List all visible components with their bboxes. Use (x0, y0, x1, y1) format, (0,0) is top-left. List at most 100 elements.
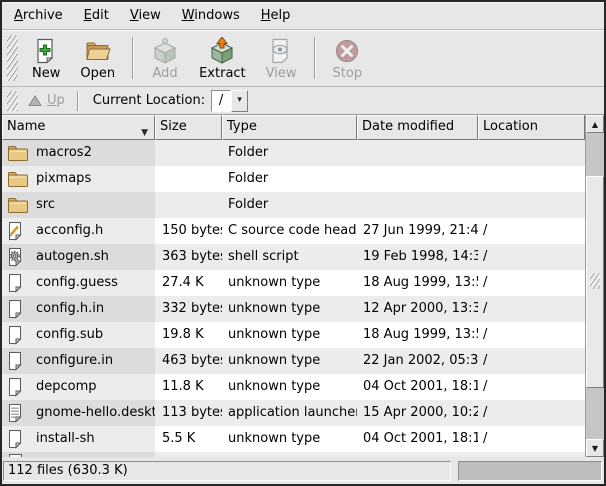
document-icon (7, 430, 29, 448)
current-location-label: Current Location: (93, 93, 205, 108)
file-location: / (478, 374, 585, 400)
file-location (478, 192, 585, 218)
file-date: 04 Oct 2001, 18:12 (357, 426, 478, 452)
file-list: Name▼ Size Type Date modified Location m… (2, 114, 604, 457)
stop-button-label: Stop (333, 66, 363, 81)
table-body: macros2 Folder pixmaps Folder src F (2, 140, 585, 457)
add-button: Add (141, 33, 189, 84)
location-combo-dropdown[interactable]: ▾ (231, 90, 248, 112)
menu-archive[interactable]: Archive (12, 5, 65, 26)
folder-icon (7, 144, 29, 162)
file-size (155, 140, 222, 166)
open-button[interactable]: Open (70, 33, 125, 84)
table-header: Name▼ Size Type Date modified Location (2, 115, 585, 140)
file-size (155, 192, 222, 218)
file-type: application launcher (222, 400, 357, 426)
location-combo: / ▾ (211, 90, 248, 112)
up-triangle-icon (28, 95, 42, 107)
file-type: Folder (222, 166, 357, 192)
table-row[interactable]: src Folder (2, 192, 585, 218)
view-button-label: View (266, 66, 297, 81)
file-size: 332 bytes (155, 296, 222, 322)
file-size: 19.8 K (155, 322, 222, 348)
document-icon (7, 378, 29, 396)
arrow-up-icon: ▲ (592, 120, 598, 129)
table-row[interactable]: depcomp 11.8 K unknown type 04 Oct 2001,… (2, 374, 585, 400)
scrollbar-thumb[interactable] (586, 176, 604, 388)
file-location: / (478, 348, 585, 374)
table-row[interactable]: pixmaps Folder (2, 166, 585, 192)
file-date: 19 Feb 1998, 14:31 (357, 244, 478, 270)
new-button[interactable]: New (22, 33, 70, 84)
file-type: shell script (222, 244, 357, 270)
extract-button[interactable]: Extract (189, 33, 256, 84)
file-name: pixmaps (36, 166, 91, 192)
file-name: configure.in (36, 348, 113, 374)
file-name: config.guess (36, 270, 118, 296)
file-name: src (36, 192, 55, 218)
toolbar: New Open Add Extract View Stop (2, 30, 604, 87)
menu-windows-label: indows (194, 8, 239, 23)
table-row[interactable]: autogen.sh 363 bytes shell script 19 Feb… (2, 244, 585, 270)
vertical-scrollbar[interactable]: ▲ ▼ (585, 115, 604, 457)
file-type: C source code header (222, 218, 357, 244)
menu-windows-mnemonic: W (182, 8, 195, 23)
menu-edit[interactable]: Edit (82, 5, 111, 26)
sort-indicator-icon[interactable]: ▼ (141, 122, 148, 140)
stop-button: Stop (323, 33, 373, 84)
menu-help-mnemonic: H (261, 8, 271, 23)
file-date (357, 140, 478, 166)
table-row[interactable]: install-sh 5.5 K unknown type 04 Oct 200… (2, 426, 585, 452)
column-header-date-modified[interactable]: Date modified (357, 115, 478, 140)
file-name: config.h.in (36, 296, 104, 322)
new-button-label: New (32, 66, 60, 81)
extract-button-label: Extract (199, 66, 246, 81)
menu-help[interactable]: Help (259, 5, 293, 26)
file-name: autogen.sh (36, 244, 109, 270)
file-date: 04 Oct 2001, 18:12 (357, 374, 478, 400)
toolbar-separator (132, 37, 134, 79)
menu-windows[interactable]: Windows (180, 5, 242, 26)
menu-view[interactable]: View (128, 5, 163, 26)
file-type: unknown type (222, 322, 357, 348)
column-header-location[interactable]: Location (478, 115, 585, 140)
location-bar-drag-handle[interactable] (7, 91, 18, 111)
up-button-label: Up (47, 93, 65, 108)
table-row[interactable]: config.guess 27.4 K unknown type 18 Aug … (2, 270, 585, 296)
add-button-label: Add (153, 66, 178, 81)
menu-bar: Archive Edit View Windows Help (2, 2, 604, 30)
document-icon (7, 352, 29, 370)
file-location: / (478, 218, 585, 244)
table-row[interactable]: macros2 Folder (2, 140, 585, 166)
toolbar-drag-handle[interactable] (7, 35, 18, 81)
script-icon (7, 248, 29, 266)
add-package-icon (151, 37, 179, 65)
file-name: install-sh (36, 426, 95, 452)
scrollbar-down-button[interactable]: ▼ (586, 439, 604, 457)
view-eye-icon (267, 37, 295, 65)
scrollbar-up-button[interactable]: ▲ (586, 115, 604, 133)
table-row[interactable]: configure.in 463 bytes unknown type 22 J… (2, 348, 585, 374)
location-combo-value[interactable]: / (211, 90, 231, 112)
file-size: 11.8 K (155, 374, 222, 400)
up-button: Up (22, 91, 71, 110)
table-row[interactable]: config.sub 19.8 K unknown type 18 Aug 19… (2, 322, 585, 348)
column-header-name[interactable]: Name▼ (2, 115, 155, 140)
progress-bar-area (458, 461, 602, 481)
column-header-size[interactable]: Size (155, 115, 222, 140)
table-row[interactable]: acconfig.h 150 bytes C source code heade… (2, 218, 585, 244)
menu-help-label: elp (271, 8, 291, 23)
file-date: 18 Aug 1999, 13:53 (357, 270, 478, 296)
file-location: / (478, 244, 585, 270)
open-button-label: Open (80, 66, 115, 81)
file-type: unknown type (222, 426, 357, 452)
menu-archive-mnemonic: A (14, 8, 23, 23)
document-icon (7, 326, 29, 344)
file-name: config.sub (36, 322, 103, 348)
table-row[interactable]: config.h.in 332 bytes unknown type 12 Ap… (2, 296, 585, 322)
file-date (357, 166, 478, 192)
column-header-type[interactable]: Type (222, 115, 357, 140)
table-row[interactable]: gnome-hello.desktop 113 bytes applicatio… (2, 400, 585, 426)
scrollbar-trough[interactable] (586, 133, 604, 439)
document-icon (7, 274, 29, 292)
